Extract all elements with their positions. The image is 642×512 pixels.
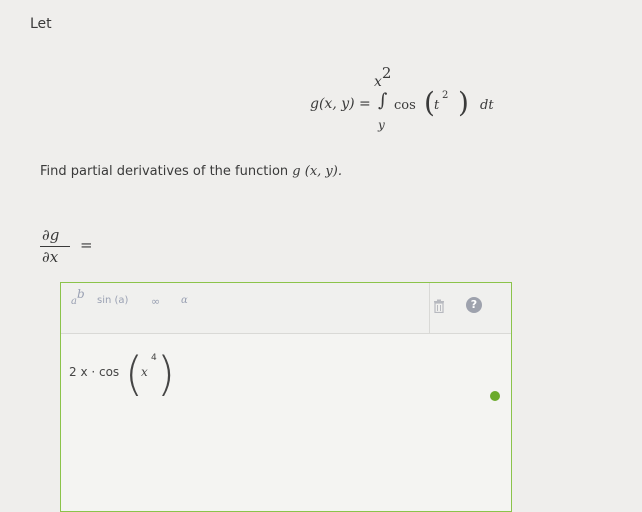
integral-lower-limit: y [378,118,385,132]
toolbar-divider [429,283,430,333]
power-button[interactable]: ab [71,287,85,307]
answer-paren-right: ) [157,347,175,401]
infinity-button[interactable]: ∞ [151,295,160,308]
differential: dt [480,98,494,113]
greek-button[interactable]: α [181,295,188,306]
question-text: Find partial derivatives of the function… [40,164,342,179]
help-icon[interactable]: ? [466,297,482,313]
upper-base: x [374,74,382,90]
cos-function: cos [394,98,416,113]
let-label: Let [30,16,52,32]
status-check-icon [490,391,500,401]
trash-icon[interactable] [433,299,445,314]
integrand-var: t [434,98,440,113]
answer-editor[interactable]: ab sin (a) ∞ α ? 2 x · cos ( x 4 ) [60,282,512,512]
paren-right: ) [458,86,469,119]
fraction-bar [40,246,70,247]
integral-upper-limit: x2 [374,64,391,90]
sin-button[interactable]: sin (a) [97,295,128,306]
upper-exp: 2 [381,64,392,82]
question-prefix: Find partial derivatives of the function [40,164,289,179]
math-toolbar: ab sin (a) ∞ α ? [61,283,511,334]
power-exp: b [76,287,85,301]
answer-var: x [141,365,148,379]
deriv-numerator: ∂g [42,226,60,244]
answer-exp: 4 [151,353,157,363]
formula-lhs: g(x, y) = [310,96,371,112]
question-function: g (x, y). [292,164,342,179]
partial-derivative-label: ∂g ∂x = [40,226,110,272]
definition-formula: g(x, y) = x2 ∫ y cos ( t 2 ) dt [310,64,530,144]
equals-sign: = [80,236,93,254]
integrand-exp: 2 [442,90,449,101]
integral-sign: ∫ [378,90,388,111]
answer-expression[interactable]: 2 x · cos ( x 4 ) [69,343,189,403]
deriv-denominator: ∂x [42,248,59,266]
answer-prefix: 2 x · cos [69,365,120,379]
